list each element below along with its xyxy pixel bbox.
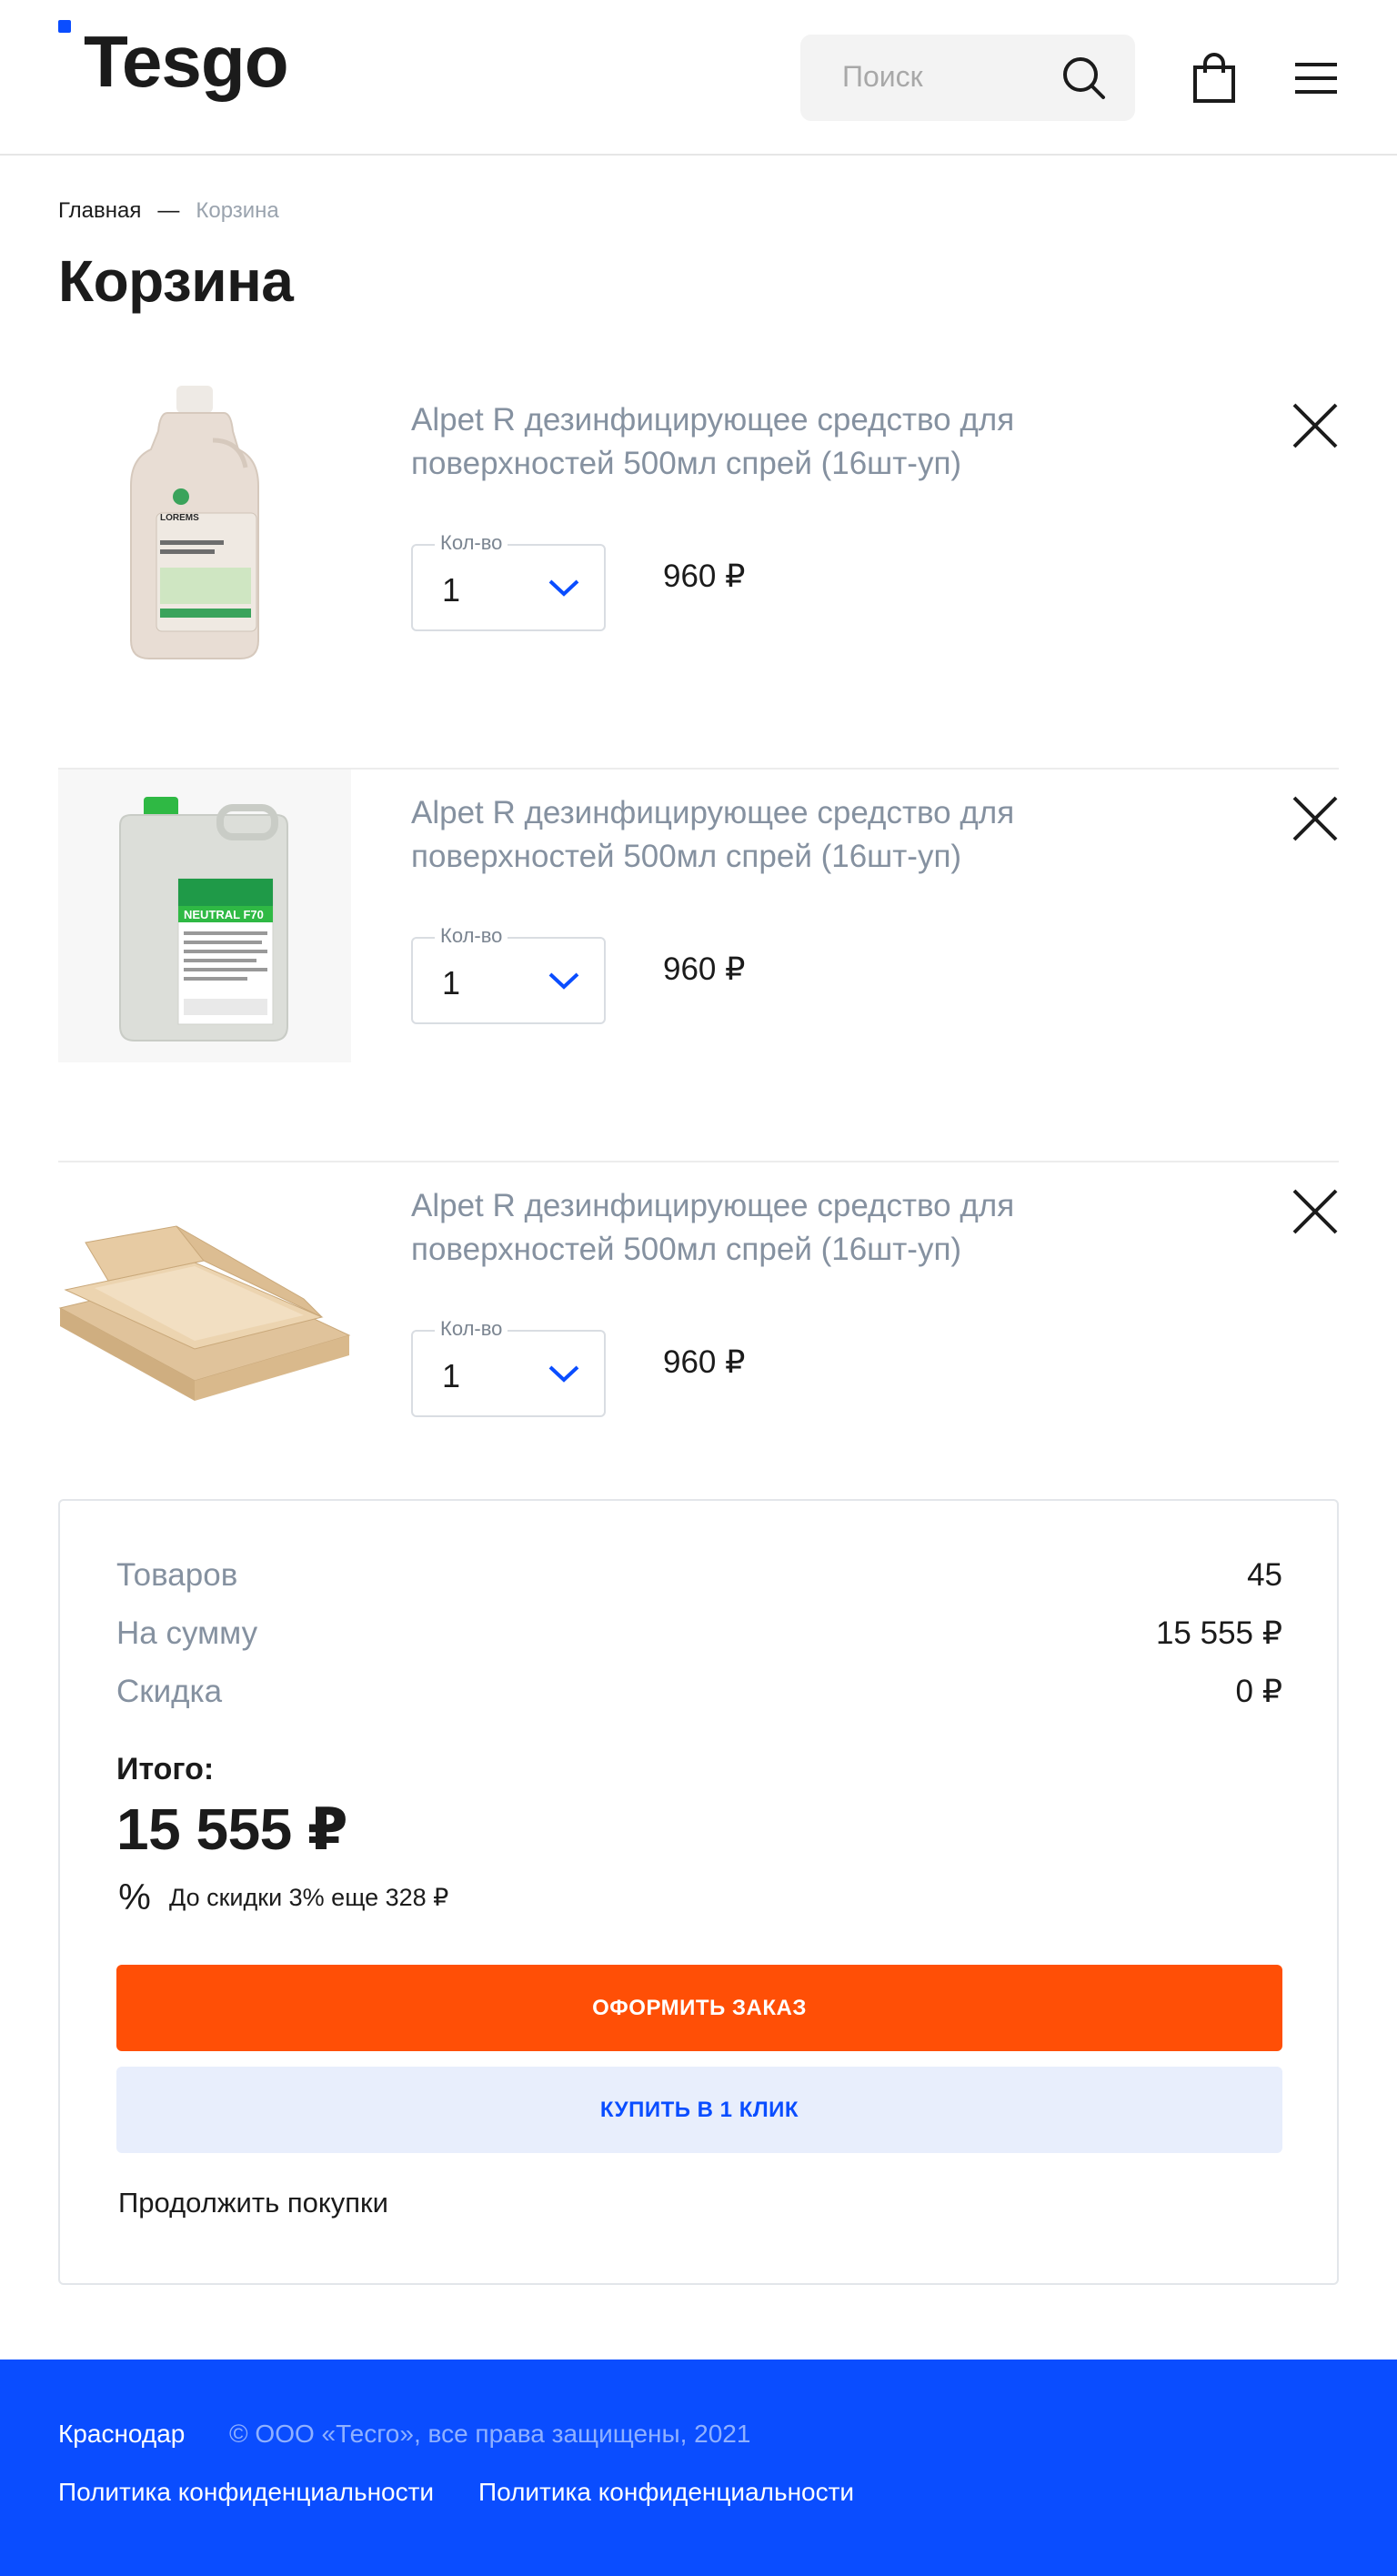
product-name[interactable]: Alpet R дезинфицирующее средство для пов… — [411, 398, 1102, 486]
total-value: 15 555 ₽ — [116, 1796, 348, 1862]
site-footer: Краснодар © ООО «Тесго», все права защищ… — [0, 2360, 1397, 2576]
svg-text:LOREMS: LOREMS — [160, 513, 199, 523]
cart-item: NEUTRAL F70 Alpet R дезинфицирующее сред… — [58, 770, 1339, 1162]
quantity-label: Кол-во — [435, 1317, 508, 1341]
breadcrumb-separator: — — [157, 198, 180, 223]
quantity-value: 1 — [442, 571, 461, 609]
search-placeholder: Поиск — [842, 60, 923, 93]
search-input[interactable]: Поиск — [800, 35, 1135, 121]
quantity-select[interactable]: Кол-во 1 — [411, 924, 606, 1024]
chevron-down-icon[interactable] — [548, 970, 580, 991]
quantity-select[interactable]: Кол-во 1 — [411, 531, 606, 631]
page-title: Корзина — [58, 248, 294, 314]
privacy-policy-link[interactable]: Политика конфиденциальности — [58, 2478, 434, 2507]
close-icon[interactable] — [1291, 795, 1339, 842]
breadcrumb-current: Корзина — [196, 198, 279, 223]
quantity-select[interactable]: Кол-во 1 — [411, 1317, 606, 1417]
logo-dot — [58, 20, 71, 33]
product-price: 960 ₽ — [663, 558, 746, 594]
product-price: 960 ₽ — [663, 951, 746, 987]
chevron-down-icon[interactable] — [548, 577, 580, 599]
goods-value: 45 — [1247, 1557, 1282, 1593]
summary-discount-row: Скидка 0 ₽ — [116, 1674, 1282, 1710]
sum-value: 15 555 ₽ — [1155, 1615, 1282, 1651]
quantity-value: 1 — [442, 1357, 461, 1394]
cart-item: Alpet R дезинфицирующее средство для пов… — [58, 1162, 1339, 1555]
canister-label-text: NEUTRAL F70 — [184, 908, 264, 921]
site-header: Tesgo Поиск — [0, 0, 1397, 156]
menu-icon[interactable] — [1293, 60, 1339, 96]
privacy-policy-link[interactable]: Политика конфиденциальности — [478, 2478, 854, 2507]
close-icon[interactable] — [1291, 402, 1339, 449]
footer-city[interactable]: Краснодар — [58, 2420, 185, 2449]
product-price: 960 ₽ — [663, 1344, 746, 1380]
product-name[interactable]: Alpet R дезинфицирующее средство для пов… — [411, 1184, 1102, 1272]
close-icon[interactable] — [1291, 1188, 1339, 1235]
goods-label: Товаров — [116, 1557, 238, 1593]
footer-copyright: © ООО «Тесго», все права защищены, 2021 — [229, 2420, 751, 2448]
quantity-label: Кол-во — [435, 924, 508, 948]
product-name[interactable]: Alpet R дезинфицирующее средство для пов… — [411, 791, 1102, 879]
quantity-value: 1 — [442, 964, 461, 1001]
product-image-canister[interactable]: NEUTRAL F70 — [58, 770, 351, 1062]
discount-hint: % До скидки 3% еще 328 ₽ — [116, 1877, 448, 1918]
summary-goods-row: Товаров 45 — [116, 1557, 1282, 1594]
summary-sum-row: На сумму 15 555 ₽ — [116, 1615, 1282, 1652]
continue-shopping-link[interactable]: Продолжить покупки — [118, 2187, 388, 2219]
product-image-pizza-boxes[interactable] — [58, 1162, 351, 1455]
logo-text: Tesgo — [84, 21, 289, 102]
total-label: Итого: — [116, 1752, 215, 1786]
cart-icon[interactable] — [1191, 53, 1237, 104]
sum-label: На сумму — [116, 1615, 258, 1651]
quantity-label: Кол-во — [435, 531, 508, 555]
discount-value: 0 ₽ — [1235, 1674, 1282, 1709]
one-click-buy-button[interactable]: КУПИТЬ В 1 КЛИК — [116, 2067, 1282, 2153]
discount-hint-text: До скидки 3% еще 328 ₽ — [169, 1884, 449, 1911]
checkout-button[interactable]: ОФОРМИТЬ ЗАКАЗ — [116, 1965, 1282, 2051]
order-summary: Товаров 45 На сумму 15 555 ₽ Скидка 0 ₽ … — [58, 1499, 1339, 2285]
search-icon[interactable] — [1060, 55, 1108, 102]
product-image-bottle[interactable]: LOREMS — [58, 377, 351, 669]
percent-icon: % — [118, 1877, 151, 1917]
cart-item: LOREMS Alpet R дезинфицирующее средство … — [58, 377, 1339, 770]
discount-label: Скидка — [116, 1674, 223, 1709]
breadcrumb: Главная — Корзина — [58, 198, 279, 224]
chevron-down-icon[interactable] — [548, 1363, 580, 1384]
breadcrumb-home[interactable]: Главная — [58, 198, 141, 224]
